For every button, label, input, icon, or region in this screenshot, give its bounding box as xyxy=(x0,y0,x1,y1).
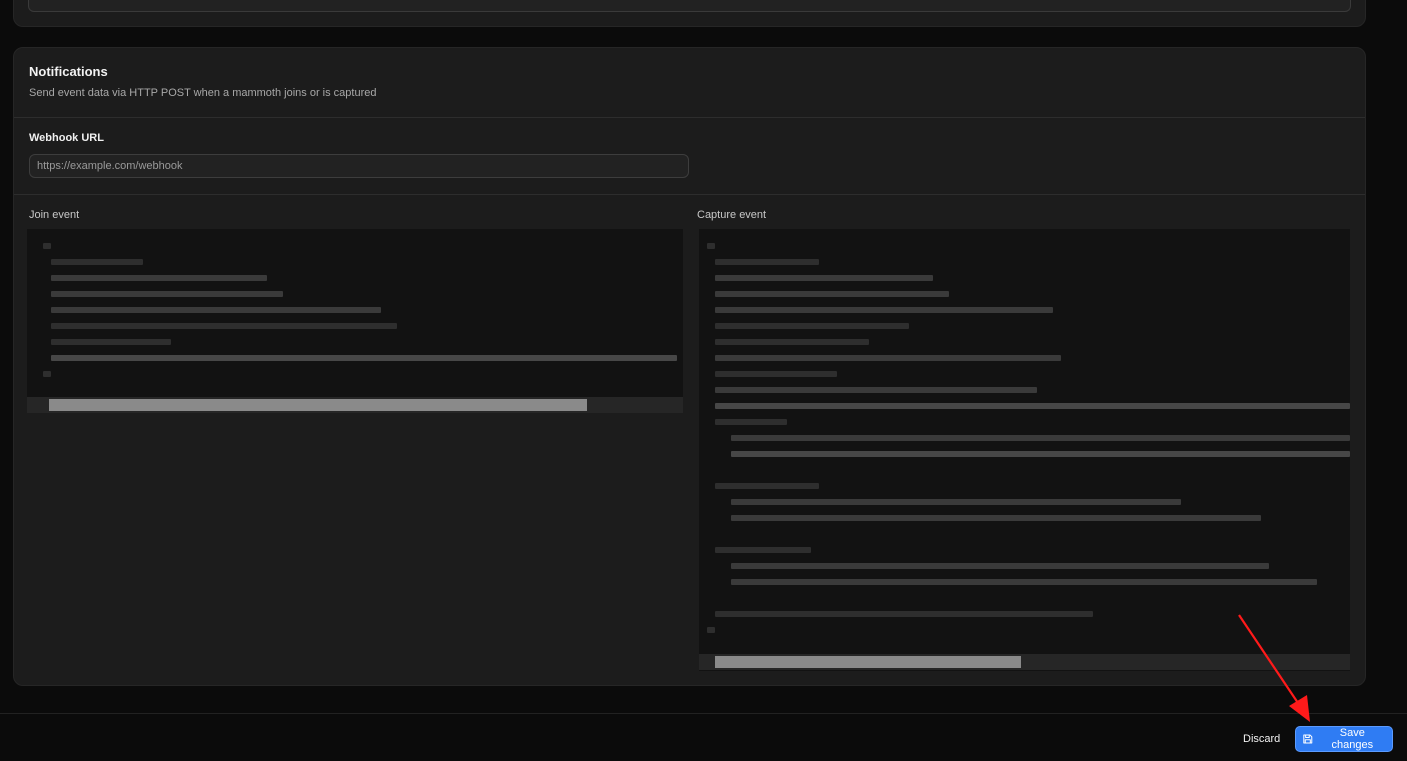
join-event-scrollbar-thumb[interactable] xyxy=(49,399,587,411)
code-line xyxy=(51,291,283,297)
code-line xyxy=(715,307,1053,313)
capture-event-editor[interactable] xyxy=(699,229,1350,671)
notifications-title: Notifications xyxy=(29,64,108,79)
code-line xyxy=(707,627,715,633)
code-line xyxy=(715,403,1350,409)
save-icon xyxy=(1303,734,1313,744)
code-line xyxy=(715,259,819,265)
code-line xyxy=(731,435,1350,441)
notifications-header: Notifications Send event data via HTTP P… xyxy=(14,48,1365,118)
action-footer: Discard Save changes xyxy=(0,713,1407,761)
save-changes-label: Save changes xyxy=(1331,727,1374,751)
discard-button[interactable]: Discard xyxy=(1234,726,1289,752)
notifications-description: Send event data via HTTP POST when a mam… xyxy=(29,87,377,99)
code-line xyxy=(715,291,949,297)
webhook-url-input[interactable] xyxy=(29,154,689,178)
capture-event-scrollbar-thumb[interactable] xyxy=(715,656,1021,668)
code-line xyxy=(43,371,51,377)
code-line xyxy=(51,355,677,361)
webhook-url-label: Webhook URL xyxy=(29,132,104,144)
capture-event-label: Capture event xyxy=(697,209,767,221)
code-line xyxy=(731,563,1269,569)
code-line xyxy=(731,499,1181,505)
join-event-scrollbar[interactable] xyxy=(27,397,683,413)
join-event-editor[interactable] xyxy=(27,229,683,413)
code-line xyxy=(715,371,837,377)
notifications-card: Notifications Send event data via HTTP P… xyxy=(13,47,1366,686)
code-line xyxy=(715,275,933,281)
code-line xyxy=(51,275,267,281)
join-event-label: Join event xyxy=(29,209,80,221)
previous-settings-field[interactable] xyxy=(28,0,1351,12)
capture-event-scrollbar[interactable] xyxy=(699,654,1350,670)
code-line xyxy=(731,515,1261,521)
code-line xyxy=(707,243,715,249)
code-line xyxy=(715,387,1037,393)
code-line xyxy=(715,355,1061,361)
code-line xyxy=(715,547,811,553)
code-line xyxy=(715,483,819,489)
save-changes-button[interactable]: Save changes xyxy=(1295,726,1393,752)
code-line xyxy=(43,243,51,249)
code-line xyxy=(51,339,171,345)
code-line xyxy=(715,419,787,425)
code-line xyxy=(715,323,909,329)
previous-settings-card xyxy=(13,0,1366,27)
code-line xyxy=(731,451,1350,457)
code-line xyxy=(51,307,381,313)
code-line xyxy=(715,339,869,345)
code-line xyxy=(731,579,1317,585)
code-line xyxy=(715,611,1093,617)
code-line xyxy=(51,259,143,265)
webhook-section: Webhook URL xyxy=(14,118,1365,195)
code-line xyxy=(51,323,397,329)
